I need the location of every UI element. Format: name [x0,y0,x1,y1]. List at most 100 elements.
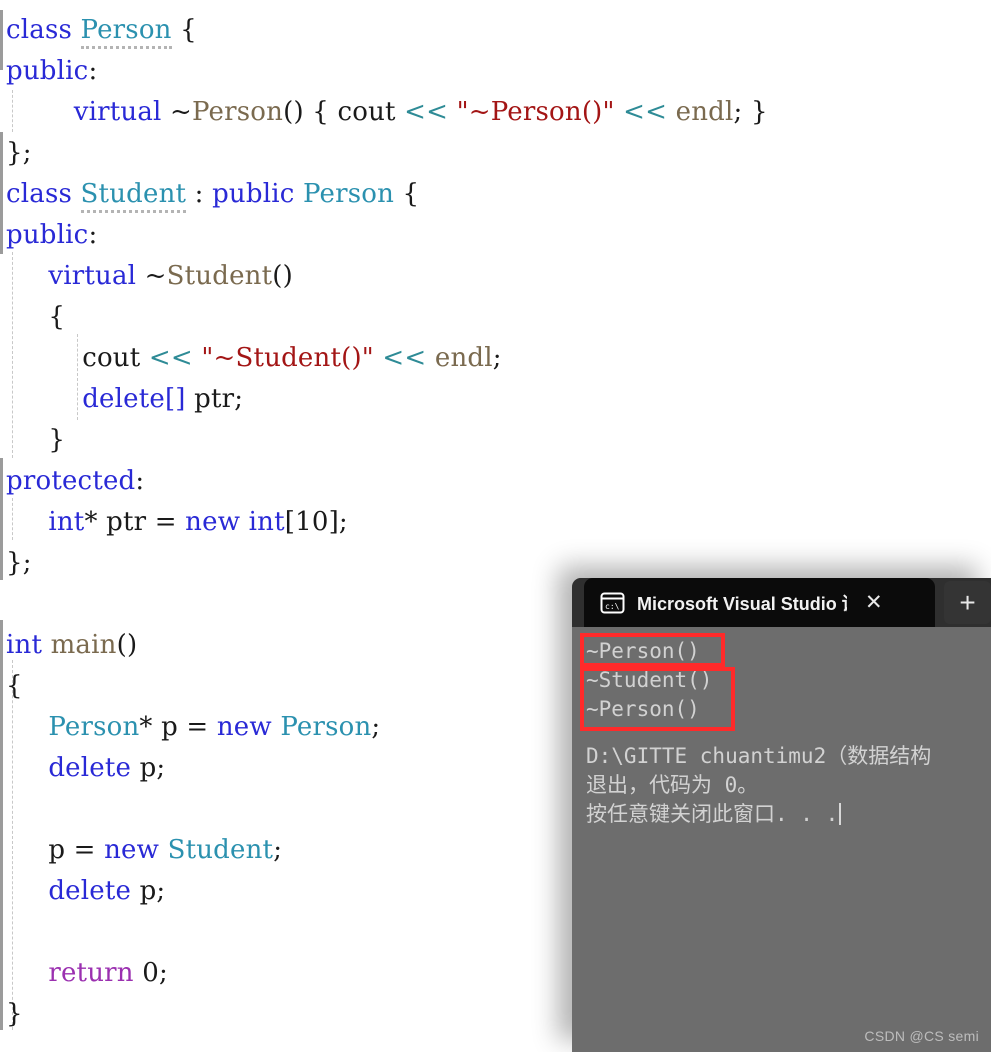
token-dtor-student: Student [166,261,273,291]
code-line[interactable]: Person* p = new Person; [6,707,380,748]
token-string-student: "~Student()" [201,343,374,373]
token-keyword-class: class [6,15,73,45]
code-line[interactable]: }; [6,133,32,174]
code-line[interactable]: class Person { [6,10,197,51]
token-ident-p: p [48,835,66,865]
change-bar-segment [0,172,3,254]
token-ident-p: p [139,876,157,906]
code-line[interactable]: } [6,420,65,461]
token-keyword-int: int [6,630,43,660]
code-line[interactable]: virtual ~Student() [6,256,293,297]
console-window[interactable]: c:\ Microsoft Visual Studio 调试控 ✕ + ~Per… [572,578,991,1052]
code-line[interactable]: public: [6,215,97,256]
token-keyword-delete: delete [48,753,132,783]
code-line[interactable]: class Student : public Person { [6,174,419,215]
console-output-line: D:\GITTE chuantimu2（数据结构 [586,744,932,768]
close-icon[interactable]: ✕ [865,592,883,613]
code-line[interactable]: int* ptr = new int[10]; [6,502,348,543]
console-tab[interactable]: c:\ Microsoft Visual Studio 调试控 ✕ [584,578,935,627]
token-brace-open: { [6,671,23,701]
token-semicolon: ; [492,343,502,373]
code-line[interactable]: { [6,666,23,707]
change-bar-segment [0,10,3,70]
code-line[interactable]: p = new Student; [6,830,282,871]
token-semicolon: ; [371,712,381,742]
token-keyword-public: public [6,56,89,86]
token-endl: endl [434,343,493,373]
token-star: * [84,507,107,537]
token-semicolon: ; [234,384,244,414]
new-tab-button[interactable]: + [944,581,991,624]
token-keyword-return: return [48,958,134,988]
code-line[interactable]: protected: [6,461,144,502]
code-line[interactable]: return 0; [6,953,168,994]
console-output-area[interactable]: ~Person() ~Student() ~Person() D:\GITTE … [572,627,991,1052]
token-semicolon: ; [158,958,168,988]
token-colon: : [186,179,213,209]
console-prompt-text: 按任意键关闭此窗口. . . [586,802,839,826]
console-cursor [839,803,842,825]
token-string-person: "~Person()" [456,97,615,127]
token-number-zero: 0 [142,958,159,988]
token-shift: << [382,343,427,373]
token-ident-ptr: ptr [194,384,235,414]
token-semicolon: ; [156,876,166,906]
token-type-person: Person [302,179,395,209]
console-output-line: 退出，代码为 0。 [586,773,759,797]
token-colon: : [88,56,98,86]
token-shift: << [623,97,668,127]
token-bracket-close: ]; [328,507,348,537]
token-bracket-open: [ [284,507,296,537]
code-line[interactable]: delete[] ptr; [6,379,243,420]
token-assign: = [65,835,105,865]
svg-text:c:\: c:\ [605,602,620,611]
code-line[interactable]: delete p; [6,748,165,789]
console-tab-strip: c:\ Microsoft Visual Studio 调试控 ✕ + [572,578,991,627]
code-line[interactable]: int main() [6,625,137,666]
token-dtor-person: Person [192,97,284,127]
token-keyword-public: public [212,179,295,209]
token-colon: : [88,220,98,250]
token-parens: () [116,630,138,660]
token-keyword-protected: protected [6,466,136,496]
token-semicolon-brace: ; } [733,97,768,127]
code-line[interactable]: public: [6,51,97,92]
token-keyword-int: int [48,507,85,537]
console-output-line: ~Person() [586,639,700,663]
code-line[interactable]: delete p; [6,871,165,912]
change-bar-segment [0,132,3,172]
token-star: * [139,712,162,742]
code-line[interactable]: virtual ~Person() { cout << "~Person()" … [6,92,768,133]
token-assign: = [146,507,186,537]
token-number-ten: 10 [295,507,329,537]
code-line[interactable]: } [6,994,23,1035]
token-assign: = [177,712,217,742]
token-keyword-delete: delete [48,876,132,906]
token-colon: : [135,466,145,496]
code-line[interactable]: { [6,297,65,338]
code-line[interactable]: }; [6,543,32,584]
token-cout: cout [337,97,396,127]
code-line[interactable]: cout << "~Student()" << endl; [6,338,502,379]
token-keyword-new: new [104,835,160,865]
token-type-person: Person [80,15,172,49]
token-keyword-int: int [248,507,285,537]
token-type-student: Student [167,835,274,865]
change-bar-segment [0,620,3,1030]
